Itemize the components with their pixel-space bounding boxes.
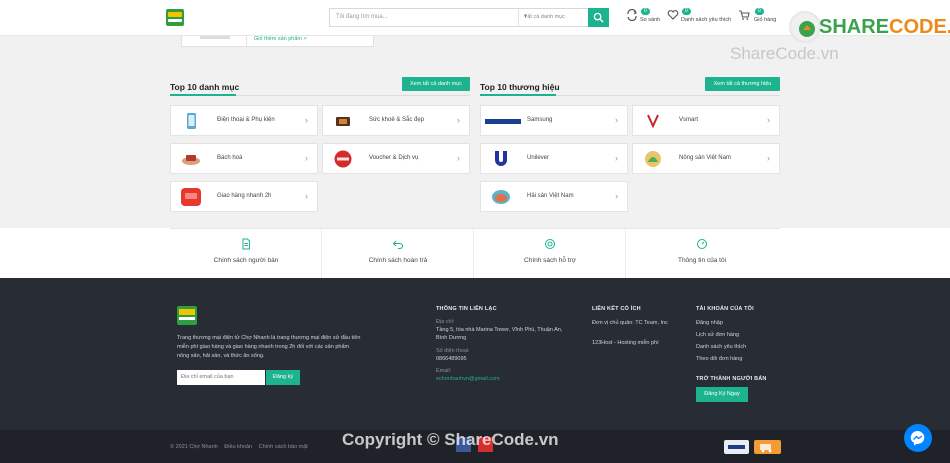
chevron-down-icon: ▾: [524, 14, 528, 20]
phone-icon: [180, 112, 202, 130]
chevron-right-icon: ›: [305, 115, 308, 125]
view-all-categories-button[interactable]: Xem tất cả danh mục: [402, 77, 470, 91]
cart-link[interactable]: 0 Giỏ hàng: [738, 8, 776, 23]
wishlist-count: 0: [682, 8, 691, 15]
chevron-right-icon: ›: [767, 115, 770, 125]
category-card[interactable]: Giao hàng nhanh 2h ›: [170, 181, 318, 212]
cart-count: 0: [755, 8, 764, 15]
contact-address: Tầng 5, tòa nhà Marina Tower, Vĩnh Phú, …: [436, 327, 563, 341]
brand-card[interactable]: Nông sản Việt Nam ›: [632, 143, 780, 174]
category-card[interactable]: Điện thoại & Phụ kiện ›: [170, 105, 318, 136]
heart-icon: [667, 10, 679, 20]
footer-link[interactable]: Đơn vị chủ quản: TC Team, Inc: [592, 319, 672, 327]
categories-title: Top 10 danh mục: [170, 82, 240, 92]
compare-icon: [627, 8, 637, 22]
messenger-chat-button[interactable]: [904, 424, 932, 452]
messenger-icon: [910, 430, 925, 446]
chevron-right-icon: ›: [305, 153, 308, 163]
policy-strip: Chính sách người bán Chính sách hoàn trả…: [170, 228, 780, 279]
agriculture-logo: [642, 150, 664, 168]
product-card-partial: Giỏ thêm sản phẩm >: [181, 36, 374, 47]
search-bar: Tôi đang tìm mua... Tất cả danh mục ▾: [329, 8, 609, 27]
footer-link[interactable]: Lịch sử đơn hàng: [696, 331, 739, 339]
support-icon: [545, 239, 555, 249]
samsung-logo: [485, 112, 521, 130]
footer-link[interactable]: Danh sách yêu thích: [696, 343, 746, 351]
view-all-brands-button[interactable]: Xem tất cả thương hiệu: [705, 77, 780, 91]
chevron-right-icon: ›: [767, 153, 770, 163]
sharecode-icon: [789, 11, 821, 43]
search-icon: [593, 12, 604, 23]
category-card[interactable]: Bách hoá ›: [170, 143, 318, 174]
footer-description: Trang thương mại điện tử Chợ Nhanh là tr…: [177, 335, 361, 359]
brand-card[interactable]: Unilever ›: [480, 143, 628, 174]
compare-link[interactable]: 0 So sánh: [626, 8, 660, 23]
brand-card[interactable]: Vsmart ›: [632, 105, 780, 136]
sharecode-watermark: ShareCode.vn: [730, 44, 839, 63]
brand-card[interactable]: Hải sản Việt Nam ›: [480, 181, 628, 212]
footer-link[interactable]: Đăng nhập: [696, 319, 723, 327]
seafood-logo: [490, 188, 512, 206]
cart-icon: [739, 10, 750, 20]
chevron-right-icon: ›: [305, 191, 308, 201]
document-icon: [242, 238, 250, 250]
policy-item[interactable]: Thông tin của tôi: [626, 229, 778, 279]
policy-item[interactable]: Chính sách hỗ trợ: [474, 229, 626, 279]
policy-item[interactable]: Chính sách người bán: [170, 229, 322, 279]
site-footer: [0, 278, 950, 430]
chevron-right-icon: ›: [457, 115, 460, 125]
compare-count: 0: [641, 8, 650, 15]
links-heading: LIÊN KẾT CÓ ÍCH: [592, 306, 641, 312]
paypal-icon: [724, 440, 749, 454]
category-select[interactable]: Tất cả danh mục ▾: [518, 9, 589, 26]
chevron-right-icon: ›: [615, 115, 618, 125]
category-card[interactable]: Voucher & Dịch vụ ›: [322, 143, 470, 174]
grocery-icon: [180, 150, 202, 168]
delivery-icon: [180, 188, 202, 206]
chevron-right-icon: ›: [615, 191, 618, 201]
footer-link[interactable]: 123Host - Hosting miễn phí: [592, 339, 659, 347]
copyright-line: © 2021 Chợ Nhanh Điều khoản Chính sách b…: [170, 444, 308, 450]
contact-email[interactable]: echonhanhvn@gmail.com: [436, 375, 500, 383]
contact-heading: THÔNG TIN LIÊN LẠC: [436, 306, 497, 312]
wishlist-link[interactable]: 0 Danh sách yêu thích: [667, 8, 731, 23]
return-icon: [392, 240, 403, 249]
chevron-right-icon: ›: [457, 153, 460, 163]
seller-heading: TRỞ THÀNH NGƯỜI BÁN: [696, 376, 767, 382]
info-icon: [697, 239, 707, 249]
site-logo[interactable]: [166, 9, 184, 26]
product-image: [200, 36, 230, 39]
terms-link[interactable]: Điều khoản: [224, 444, 252, 450]
brand-card[interactable]: Samsung ›: [480, 105, 628, 136]
seller-register-button[interactable]: Đăng Ký Ngay: [696, 387, 748, 402]
footer-link[interactable]: Theo dõi đơn hàng: [696, 355, 742, 363]
unilever-logo: [490, 150, 512, 168]
chevron-right-icon: ›: [615, 153, 618, 163]
footer-logo[interactable]: [177, 306, 197, 325]
policy-item[interactable]: Chính sách hoàn trả: [322, 229, 474, 279]
beauty-icon: [332, 112, 354, 130]
search-input[interactable]: Tôi đang tìm mua...: [336, 14, 388, 20]
search-button[interactable]: [588, 8, 609, 27]
privacy-link[interactable]: Chính sách bảo mật: [259, 444, 308, 450]
newsletter-subscribe-button[interactable]: Đăng ký: [266, 370, 300, 385]
vsmart-logo: [642, 112, 664, 130]
copyright-watermark: Copyright © ShareCode.vn: [342, 430, 559, 449]
cod-icon: [754, 440, 781, 454]
account-heading: TÀI KHOẢN CỦA TÔI: [696, 306, 754, 312]
contact-phone: 0866489095: [436, 356, 467, 362]
voucher-icon: [332, 150, 354, 168]
category-card[interactable]: Sức khoẻ & Sắc đẹp ›: [322, 105, 470, 136]
add-product-link[interactable]: Giỏ thêm sản phẩm >: [254, 36, 307, 42]
brands-title: Top 10 thương hiệu: [480, 82, 560, 92]
newsletter-email-input[interactable]: Địa chỉ email của bạn: [177, 370, 265, 385]
